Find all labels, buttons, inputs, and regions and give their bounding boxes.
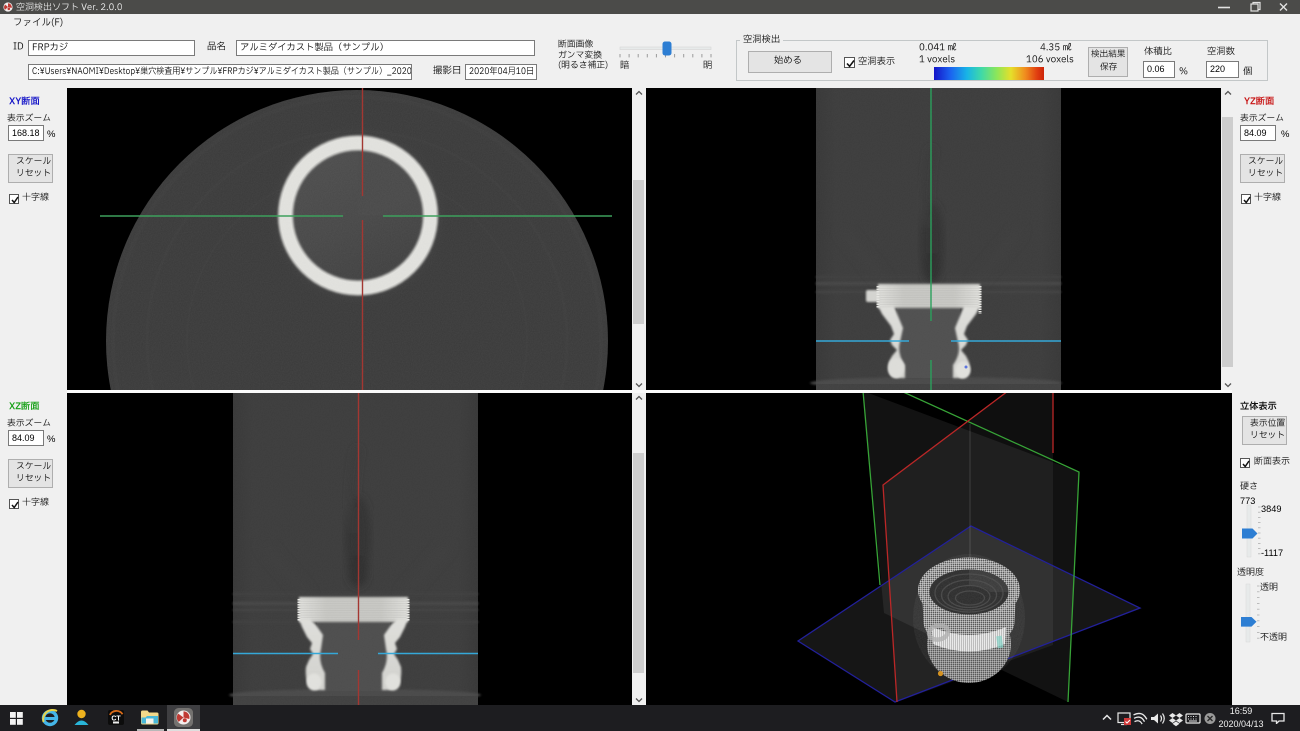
svg-text:CT: CT [111,716,121,723]
